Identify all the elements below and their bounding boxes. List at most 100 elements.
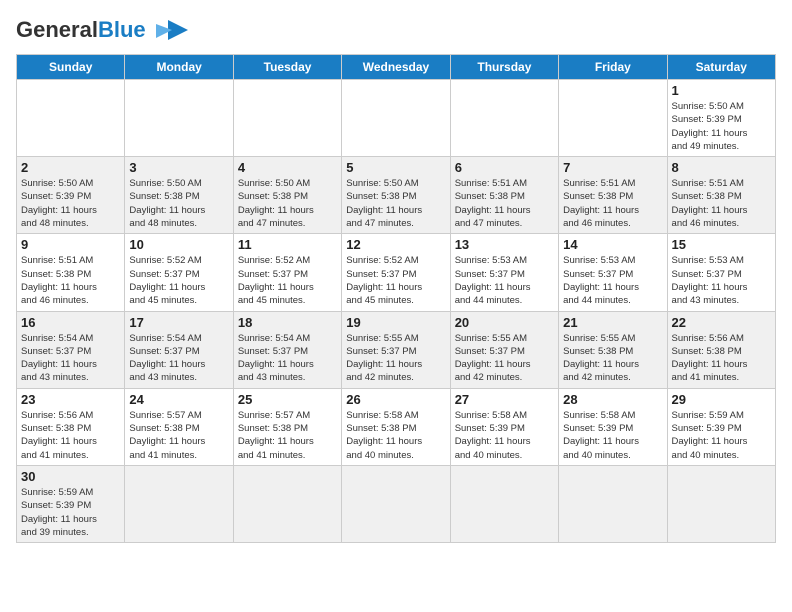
day-number: 7	[563, 160, 662, 175]
day-number: 5	[346, 160, 445, 175]
calendar-cell: 17Sunrise: 5:54 AM Sunset: 5:37 PM Dayli…	[125, 311, 233, 388]
day-number: 6	[455, 160, 554, 175]
calendar-cell: 5 Sunrise: 5:50 AM Sunset: 5:38 PM Daylig…	[342, 157, 450, 234]
day-number: 4	[238, 160, 337, 175]
weekday-header: Tuesday	[233, 55, 341, 80]
weekday-header: Saturday	[667, 55, 775, 80]
calendar-cell	[342, 465, 450, 542]
day-number: 19	[346, 315, 445, 330]
day-number: 15	[672, 237, 771, 252]
day-number: 12	[346, 237, 445, 252]
cell-info: Sunrise: 5:50 AM Sunset: 5:38 PM Dayligh…	[346, 177, 445, 230]
weekday-header: Wednesday	[342, 55, 450, 80]
weekday-header: Sunday	[17, 55, 125, 80]
day-number: 16	[21, 315, 120, 330]
cell-info: Sunrise: 5:55 AM Sunset: 5:38 PM Dayligh…	[563, 332, 662, 385]
calendar-cell: 13 Sunrise: 5:53 AM Sunset: 5:37 PM Dayli…	[450, 234, 558, 311]
logo-text: GeneralBlue	[16, 17, 146, 43]
day-number: 14	[563, 237, 662, 252]
calendar-cell: 14 Sunrise: 5:53 AM Sunset: 5:37 PM Dayli…	[559, 234, 667, 311]
calendar-cell	[667, 465, 775, 542]
cell-info: Sunrise: 5:59 AM Sunset: 5:39 PM Dayligh…	[672, 409, 771, 462]
calendar-cell: 10Sunrise: 5:52 AM Sunset: 5:37 PM Dayli…	[125, 234, 233, 311]
day-number: 28	[563, 392, 662, 407]
cell-info: Sunrise: 5:53 AM Sunset: 5:37 PM Dayligh…	[563, 254, 662, 307]
calendar-cell: 26Sunrise: 5:58 AM Sunset: 5:38 PM Dayli…	[342, 388, 450, 465]
calendar-cell: 15Sunrise: 5:53 AM Sunset: 5:37 PM Dayli…	[667, 234, 775, 311]
day-number: 11	[238, 237, 337, 252]
day-number: 1	[672, 83, 771, 98]
day-number: 21	[563, 315, 662, 330]
cell-info: Sunrise: 5:58 AM Sunset: 5:39 PM Dayligh…	[455, 409, 554, 462]
cell-info: Sunrise: 5:51 AM Sunset: 5:38 PM Dayligh…	[563, 177, 662, 230]
cell-info: Sunrise: 5:54 AM Sunset: 5:37 PM Dayligh…	[238, 332, 337, 385]
calendar-cell: 28Sunrise: 5:58 AM Sunset: 5:39 PM Dayli…	[559, 388, 667, 465]
cell-info: Sunrise: 5:55 AM Sunset: 5:37 PM Dayligh…	[455, 332, 554, 385]
calendar-cell: 30 Sunrise: 5:59 AM Sunset: 5:39 PM Dayli…	[17, 465, 125, 542]
calendar-week-row: 1 Sunrise: 5:50 AM Sunset: 5:39 PM Daylig…	[17, 80, 776, 157]
calendar-cell: 2Sunrise: 5:50 AM Sunset: 5:39 PM Daylig…	[17, 157, 125, 234]
calendar-cell: 20 Sunrise: 5:55 AM Sunset: 5:37 PM Dayli…	[450, 311, 558, 388]
calendar-cell	[450, 465, 558, 542]
cell-info: Sunrise: 5:59 AM Sunset: 5:39 PM Dayligh…	[21, 486, 120, 539]
calendar-cell: 1 Sunrise: 5:50 AM Sunset: 5:39 PM Daylig…	[667, 80, 775, 157]
calendar-cell	[233, 465, 341, 542]
weekday-header: Friday	[559, 55, 667, 80]
cell-info: Sunrise: 5:57 AM Sunset: 5:38 PM Dayligh…	[238, 409, 337, 462]
cell-info: Sunrise: 5:52 AM Sunset: 5:37 PM Dayligh…	[238, 254, 337, 307]
calendar-cell: 27 Sunrise: 5:58 AM Sunset: 5:39 PM Dayli…	[450, 388, 558, 465]
calendar-cell: 9Sunrise: 5:51 AM Sunset: 5:38 PM Daylig…	[17, 234, 125, 311]
calendar-cell	[125, 80, 233, 157]
logo-icon	[150, 16, 190, 44]
day-number: 20	[455, 315, 554, 330]
cell-info: Sunrise: 5:56 AM Sunset: 5:38 PM Dayligh…	[672, 332, 771, 385]
cell-info: Sunrise: 5:56 AM Sunset: 5:38 PM Dayligh…	[21, 409, 120, 462]
day-number: 9	[21, 237, 120, 252]
calendar-cell	[559, 465, 667, 542]
cell-info: Sunrise: 5:50 AM Sunset: 5:38 PM Dayligh…	[238, 177, 337, 230]
day-number: 30	[21, 469, 120, 484]
header: GeneralBlue	[16, 16, 776, 44]
weekday-header-row: SundayMondayTuesdayWednesdayThursdayFrid…	[17, 55, 776, 80]
weekday-header: Thursday	[450, 55, 558, 80]
calendar-cell: 11 Sunrise: 5:52 AM Sunset: 5:37 PM Dayli…	[233, 234, 341, 311]
logo: GeneralBlue	[16, 16, 190, 44]
day-number: 29	[672, 392, 771, 407]
cell-info: Sunrise: 5:51 AM Sunset: 5:38 PM Dayligh…	[672, 177, 771, 230]
cell-info: Sunrise: 5:50 AM Sunset: 5:39 PM Dayligh…	[672, 100, 771, 153]
calendar-cell: 24Sunrise: 5:57 AM Sunset: 5:38 PM Dayli…	[125, 388, 233, 465]
day-number: 8	[672, 160, 771, 175]
calendar-cell: 23 Sunrise: 5:56 AM Sunset: 5:38 PM Dayli…	[17, 388, 125, 465]
calendar-week-row: 9Sunrise: 5:51 AM Sunset: 5:38 PM Daylig…	[17, 234, 776, 311]
calendar-week-row: 30 Sunrise: 5:59 AM Sunset: 5:39 PM Dayli…	[17, 465, 776, 542]
calendar-cell: 4 Sunrise: 5:50 AM Sunset: 5:38 PM Daylig…	[233, 157, 341, 234]
calendar-week-row: 16 Sunrise: 5:54 AM Sunset: 5:37 PM Dayli…	[17, 311, 776, 388]
cell-info: Sunrise: 5:58 AM Sunset: 5:38 PM Dayligh…	[346, 409, 445, 462]
day-number: 10	[129, 237, 228, 252]
calendar-cell: 22Sunrise: 5:56 AM Sunset: 5:38 PM Dayli…	[667, 311, 775, 388]
day-number: 27	[455, 392, 554, 407]
calendar-cell: 25 Sunrise: 5:57 AM Sunset: 5:38 PM Dayli…	[233, 388, 341, 465]
calendar-cell	[342, 80, 450, 157]
cell-info: Sunrise: 5:50 AM Sunset: 5:38 PM Dayligh…	[129, 177, 228, 230]
calendar-cell: 3Sunrise: 5:50 AM Sunset: 5:38 PM Daylig…	[125, 157, 233, 234]
cell-info: Sunrise: 5:54 AM Sunset: 5:37 PM Dayligh…	[21, 332, 120, 385]
calendar-cell: 7 Sunrise: 5:51 AM Sunset: 5:38 PM Daylig…	[559, 157, 667, 234]
cell-info: Sunrise: 5:52 AM Sunset: 5:37 PM Dayligh…	[346, 254, 445, 307]
day-number: 23	[21, 392, 120, 407]
cell-info: Sunrise: 5:51 AM Sunset: 5:38 PM Dayligh…	[455, 177, 554, 230]
calendar-week-row: 23 Sunrise: 5:56 AM Sunset: 5:38 PM Dayli…	[17, 388, 776, 465]
calendar-cell: 29 Sunrise: 5:59 AM Sunset: 5:39 PM Dayli…	[667, 388, 775, 465]
calendar-week-row: 2Sunrise: 5:50 AM Sunset: 5:39 PM Daylig…	[17, 157, 776, 234]
day-number: 13	[455, 237, 554, 252]
calendar-cell: 16 Sunrise: 5:54 AM Sunset: 5:37 PM Dayli…	[17, 311, 125, 388]
calendar-cell: 21 Sunrise: 5:55 AM Sunset: 5:38 PM Dayli…	[559, 311, 667, 388]
calendar-cell	[17, 80, 125, 157]
day-number: 25	[238, 392, 337, 407]
cell-info: Sunrise: 5:50 AM Sunset: 5:39 PM Dayligh…	[21, 177, 120, 230]
cell-info: Sunrise: 5:53 AM Sunset: 5:37 PM Dayligh…	[455, 254, 554, 307]
weekday-header: Monday	[125, 55, 233, 80]
day-number: 24	[129, 392, 228, 407]
cell-info: Sunrise: 5:54 AM Sunset: 5:37 PM Dayligh…	[129, 332, 228, 385]
calendar-cell	[233, 80, 341, 157]
